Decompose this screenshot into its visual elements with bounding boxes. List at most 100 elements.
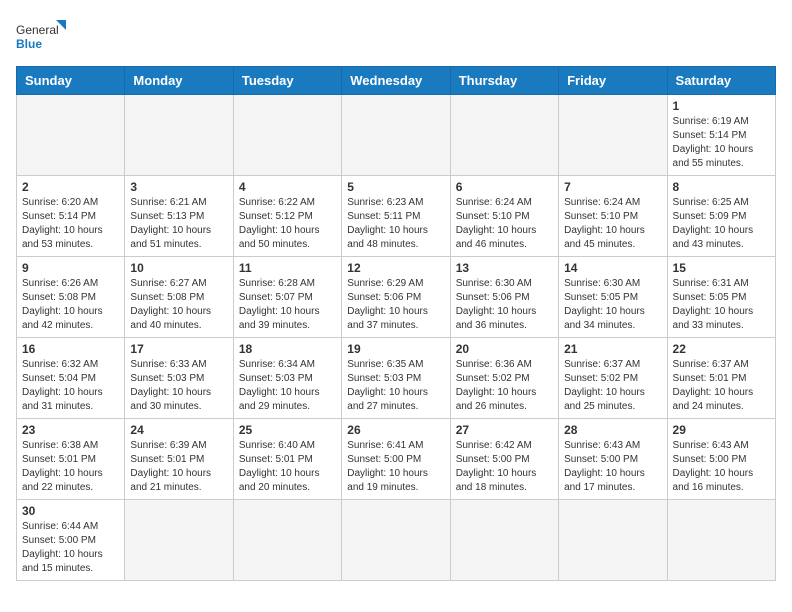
calendar-cell-22: 17 Sunrise: 6:33 AM Sunset: 5:03 PM Dayli… <box>125 338 233 419</box>
calendar-cell-36 <box>125 500 233 581</box>
calendar-cell-1 <box>125 95 233 176</box>
calendar-cell-30: 25 Sunrise: 6:40 AM Sunset: 5:01 PM Dayli… <box>233 419 341 500</box>
day-info-15: Sunrise: 6:31 AM Sunset: 5:05 PM Dayligh… <box>673 277 770 333</box>
day-number-1: 1 <box>673 99 770 113</box>
day-number-21: 21 <box>564 342 661 356</box>
day-number-24: 24 <box>130 423 227 437</box>
weekday-header-monday: Monday <box>125 67 233 95</box>
calendar-row-1: 1 Sunrise: 6:19 AM Sunset: 5:14 PM Daylig… <box>17 95 776 176</box>
calendar-cell-33: 28 Sunrise: 6:43 AM Sunset: 5:00 PM Dayli… <box>559 419 667 500</box>
day-number-26: 26 <box>347 423 444 437</box>
day-info-26: Sunrise: 6:41 AM Sunset: 5:00 PM Dayligh… <box>347 439 444 495</box>
day-number-23: 23 <box>22 423 119 437</box>
day-info-3: Sunrise: 6:21 AM Sunset: 5:13 PM Dayligh… <box>130 196 227 252</box>
day-info-16: Sunrise: 6:32 AM Sunset: 5:04 PM Dayligh… <box>22 358 119 414</box>
weekday-header-row: SundayMondayTuesdayWednesdayThursdayFrid… <box>17 67 776 95</box>
day-info-28: Sunrise: 6:43 AM Sunset: 5:00 PM Dayligh… <box>564 439 661 495</box>
calendar-cell-29: 24 Sunrise: 6:39 AM Sunset: 5:01 PM Dayli… <box>125 419 233 500</box>
calendar-cell-27: 22Sunrise: 6:37 AM Sunset: 5:01 PM Dayli… <box>667 338 775 419</box>
day-number-15: 15 <box>673 261 770 275</box>
calendar-cell-3 <box>342 95 450 176</box>
day-number-7: 7 <box>564 180 661 194</box>
calendar-cell-39 <box>450 500 558 581</box>
calendar-cell-10: 5Sunrise: 6:23 AM Sunset: 5:11 PM Daylig… <box>342 176 450 257</box>
calendar-cell-0 <box>17 95 125 176</box>
day-number-17: 17 <box>130 342 227 356</box>
calendar-table: SundayMondayTuesdayWednesdayThursdayFrid… <box>16 66 776 581</box>
day-info-8: Sunrise: 6:25 AM Sunset: 5:09 PM Dayligh… <box>673 196 770 252</box>
day-info-2: Sunrise: 6:20 AM Sunset: 5:14 PM Dayligh… <box>22 196 119 252</box>
day-info-30: Sunrise: 6:44 AM Sunset: 5:00 PM Dayligh… <box>22 520 119 576</box>
day-info-24: Sunrise: 6:39 AM Sunset: 5:01 PM Dayligh… <box>130 439 227 495</box>
calendar-cell-40 <box>559 500 667 581</box>
calendar-cell-20: 15 Sunrise: 6:31 AM Sunset: 5:05 PM Dayli… <box>667 257 775 338</box>
day-number-29: 29 <box>673 423 770 437</box>
calendar-cell-32: 27 Sunrise: 6:42 AM Sunset: 5:00 PM Dayli… <box>450 419 558 500</box>
day-number-11: 11 <box>239 261 336 275</box>
calendar-cell-11: 6 Sunrise: 6:24 AM Sunset: 5:10 PM Daylig… <box>450 176 558 257</box>
logo-svg: General Blue <box>16 16 66 56</box>
day-info-25: Sunrise: 6:40 AM Sunset: 5:01 PM Dayligh… <box>239 439 336 495</box>
day-number-6: 6 <box>456 180 553 194</box>
calendar-cell-5 <box>559 95 667 176</box>
day-number-3: 3 <box>130 180 227 194</box>
day-info-9: Sunrise: 6:26 AM Sunset: 5:08 PM Dayligh… <box>22 277 119 333</box>
calendar-cell-26: 21 Sunrise: 6:37 AM Sunset: 5:02 PM Dayli… <box>559 338 667 419</box>
calendar-cell-41 <box>667 500 775 581</box>
day-info-12: Sunrise: 6:29 AM Sunset: 5:06 PM Dayligh… <box>347 277 444 333</box>
day-info-21: Sunrise: 6:37 AM Sunset: 5:02 PM Dayligh… <box>564 358 661 414</box>
day-info-1: Sunrise: 6:19 AM Sunset: 5:14 PM Dayligh… <box>673 115 770 171</box>
calendar-cell-17: 12 Sunrise: 6:29 AM Sunset: 5:06 PM Dayli… <box>342 257 450 338</box>
calendar-cell-2 <box>233 95 341 176</box>
weekday-header-wednesday: Wednesday <box>342 67 450 95</box>
day-info-10: Sunrise: 6:27 AM Sunset: 5:08 PM Dayligh… <box>130 277 227 333</box>
day-info-17: Sunrise: 6:33 AM Sunset: 5:03 PM Dayligh… <box>130 358 227 414</box>
weekday-header-thursday: Thursday <box>450 67 558 95</box>
day-number-4: 4 <box>239 180 336 194</box>
page-header: General Blue <box>16 16 776 56</box>
calendar-row-2: 2Sunrise: 6:20 AM Sunset: 5:14 PM Daylig… <box>17 176 776 257</box>
day-number-27: 27 <box>456 423 553 437</box>
calendar-row-3: 9 Sunrise: 6:26 AM Sunset: 5:08 PM Daylig… <box>17 257 776 338</box>
day-number-13: 13 <box>456 261 553 275</box>
calendar-cell-4 <box>450 95 558 176</box>
day-number-5: 5 <box>347 180 444 194</box>
calendar-row-5: 23Sunrise: 6:38 AM Sunset: 5:01 PM Dayli… <box>17 419 776 500</box>
calendar-cell-12: 7 Sunrise: 6:24 AM Sunset: 5:10 PM Daylig… <box>559 176 667 257</box>
calendar-cell-19: 14Sunrise: 6:30 AM Sunset: 5:05 PM Dayli… <box>559 257 667 338</box>
day-number-9: 9 <box>22 261 119 275</box>
day-info-22: Sunrise: 6:37 AM Sunset: 5:01 PM Dayligh… <box>673 358 770 414</box>
calendar-cell-34: 29 Sunrise: 6:43 AM Sunset: 5:00 PM Dayli… <box>667 419 775 500</box>
day-info-6: Sunrise: 6:24 AM Sunset: 5:10 PM Dayligh… <box>456 196 553 252</box>
calendar-cell-16: 11Sunrise: 6:28 AM Sunset: 5:07 PM Dayli… <box>233 257 341 338</box>
logo: General Blue <box>16 16 66 56</box>
day-info-7: Sunrise: 6:24 AM Sunset: 5:10 PM Dayligh… <box>564 196 661 252</box>
calendar-cell-35: 30Sunrise: 6:44 AM Sunset: 5:00 PM Dayli… <box>17 500 125 581</box>
calendar-cell-21: 16Sunrise: 6:32 AM Sunset: 5:04 PM Dayli… <box>17 338 125 419</box>
weekday-header-tuesday: Tuesday <box>233 67 341 95</box>
day-number-20: 20 <box>456 342 553 356</box>
day-info-19: Sunrise: 6:35 AM Sunset: 5:03 PM Dayligh… <box>347 358 444 414</box>
calendar-cell-25: 20 Sunrise: 6:36 AM Sunset: 5:02 PM Dayli… <box>450 338 558 419</box>
calendar-cell-23: 18Sunrise: 6:34 AM Sunset: 5:03 PM Dayli… <box>233 338 341 419</box>
day-number-8: 8 <box>673 180 770 194</box>
calendar-cell-14: 9 Sunrise: 6:26 AM Sunset: 5:08 PM Daylig… <box>17 257 125 338</box>
svg-text:Blue: Blue <box>16 37 42 51</box>
day-info-29: Sunrise: 6:43 AM Sunset: 5:00 PM Dayligh… <box>673 439 770 495</box>
day-number-28: 28 <box>564 423 661 437</box>
calendar-row-6: 30Sunrise: 6:44 AM Sunset: 5:00 PM Dayli… <box>17 500 776 581</box>
day-info-20: Sunrise: 6:36 AM Sunset: 5:02 PM Dayligh… <box>456 358 553 414</box>
calendar-cell-15: 10Sunrise: 6:27 AM Sunset: 5:08 PM Dayli… <box>125 257 233 338</box>
day-number-18: 18 <box>239 342 336 356</box>
calendar-cell-9: 4Sunrise: 6:22 AM Sunset: 5:12 PM Daylig… <box>233 176 341 257</box>
calendar-cell-13: 8 Sunrise: 6:25 AM Sunset: 5:09 PM Daylig… <box>667 176 775 257</box>
calendar-cell-28: 23Sunrise: 6:38 AM Sunset: 5:01 PM Dayli… <box>17 419 125 500</box>
day-info-27: Sunrise: 6:42 AM Sunset: 5:00 PM Dayligh… <box>456 439 553 495</box>
day-number-12: 12 <box>347 261 444 275</box>
weekday-header-saturday: Saturday <box>667 67 775 95</box>
day-number-25: 25 <box>239 423 336 437</box>
calendar-cell-6: 1 Sunrise: 6:19 AM Sunset: 5:14 PM Daylig… <box>667 95 775 176</box>
calendar-cell-37 <box>233 500 341 581</box>
day-number-19: 19 <box>347 342 444 356</box>
weekday-header-sunday: Sunday <box>17 67 125 95</box>
